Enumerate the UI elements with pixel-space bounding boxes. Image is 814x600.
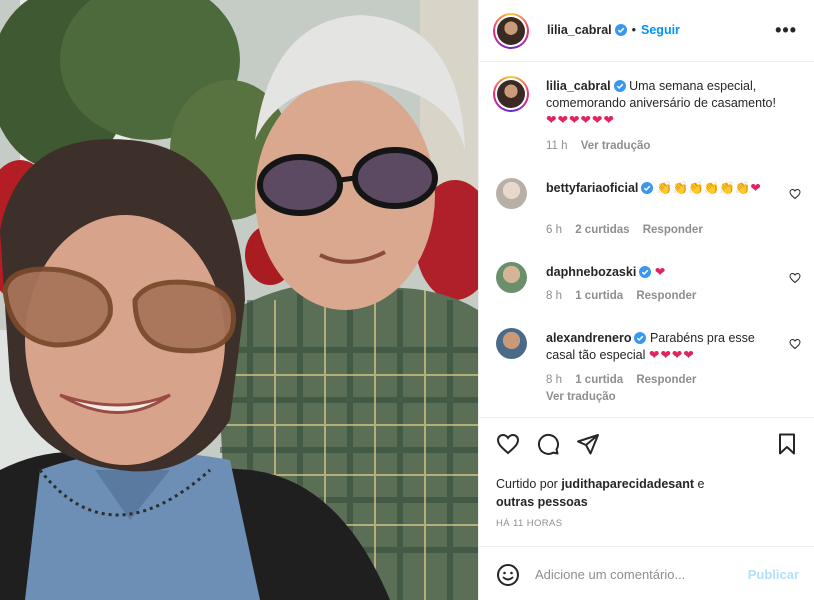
author-avatar-photo [497, 17, 525, 45]
comment-emojis-heart: ❤ [654, 265, 666, 279]
separator-dot: • [631, 23, 637, 37]
likes-user-link[interactable]: judithaparecidadesant [561, 477, 694, 491]
comment-likes[interactable]: 1 curtida [575, 290, 623, 302]
comment-likes[interactable]: 2 curtidas [575, 224, 629, 236]
comment-reply-button[interactable]: Responder [636, 290, 696, 302]
likes-mid: e [697, 477, 705, 491]
caption-age[interactable]: 11 h [546, 140, 568, 152]
verified-badge-icon [634, 332, 647, 344]
verified-badge-icon [641, 182, 654, 194]
emoji-icon[interactable] [496, 563, 520, 587]
post-photo-image [0, 0, 478, 600]
comments-section: lilia_cabral Uma semana especial, comemo… [479, 62, 814, 418]
comment-reply-button[interactable]: Responder [643, 224, 703, 236]
comment-icon[interactable] [536, 432, 560, 456]
likes-summary: Curtido por judithaparecidadesant e outr… [496, 475, 796, 511]
caption-username[interactable]: lilia_cabral [546, 79, 611, 93]
post-photo[interactable] [0, 0, 478, 600]
comment-likes[interactable]: 1 curtida [575, 374, 623, 386]
more-options-icon[interactable]: ••• [775, 21, 797, 39]
comment-like-heart-icon[interactable] [789, 338, 801, 350]
comment-age[interactable]: 6 h [546, 224, 562, 236]
comment-username[interactable]: alexandrenero [546, 331, 631, 345]
comment-like-heart-icon[interactable] [789, 188, 801, 200]
verified-badge-icon [639, 266, 652, 278]
likes-others-link[interactable]: outras pessoas [496, 495, 588, 509]
post-header: lilia_cabral • Seguir ••• [479, 0, 814, 62]
action-bar [479, 418, 814, 466]
comment-username[interactable]: bettyfariaoficial [546, 181, 638, 195]
commenter-avatar[interactable] [496, 178, 527, 209]
caption-emojis: ❤❤❤❤❤❤ [546, 113, 615, 127]
verified-badge-icon [613, 80, 626, 92]
heart-icon[interactable] [496, 432, 520, 456]
comment-emojis-heart: ❤ [750, 181, 761, 195]
post-side-panel: lilia_cabral • Seguir ••• lilia_cabral Uma… [478, 0, 814, 600]
likes-prefix: Curtido por [496, 477, 558, 491]
comment-translate-link[interactable]: Ver tradução [546, 391, 616, 403]
caption-translate-link[interactable]: Ver tradução [581, 140, 651, 152]
author-avatar[interactable] [493, 13, 529, 49]
verified-badge-icon [614, 24, 627, 36]
comment-reply-button[interactable]: Responder [636, 374, 696, 386]
caption-avatar[interactable] [493, 76, 529, 112]
comment-like-heart-icon[interactable] [789, 272, 801, 284]
publish-button[interactable]: Publicar [748, 567, 799, 582]
comment-emojis-clap: 👏👏👏👏👏👏 [656, 181, 751, 195]
share-icon[interactable] [576, 432, 600, 456]
follow-button[interactable]: Seguir [641, 23, 680, 37]
commenter-avatar[interactable] [496, 262, 527, 293]
commenter-avatar[interactable] [496, 328, 527, 359]
bookmark-icon[interactable] [775, 432, 799, 456]
comment-age[interactable]: 8 h [546, 290, 562, 302]
author-username[interactable]: lilia_cabral [547, 23, 612, 37]
add-comment-bar: Publicar [479, 546, 814, 600]
comment-input[interactable] [535, 564, 735, 584]
comment-emojis-heart: ❤❤❤❤ [648, 348, 695, 362]
comment-username[interactable]: daphnebozaski [546, 265, 636, 279]
post-timestamp[interactable]: HÁ 11 HORAS [496, 518, 563, 529]
comment-age[interactable]: 8 h [546, 374, 562, 386]
